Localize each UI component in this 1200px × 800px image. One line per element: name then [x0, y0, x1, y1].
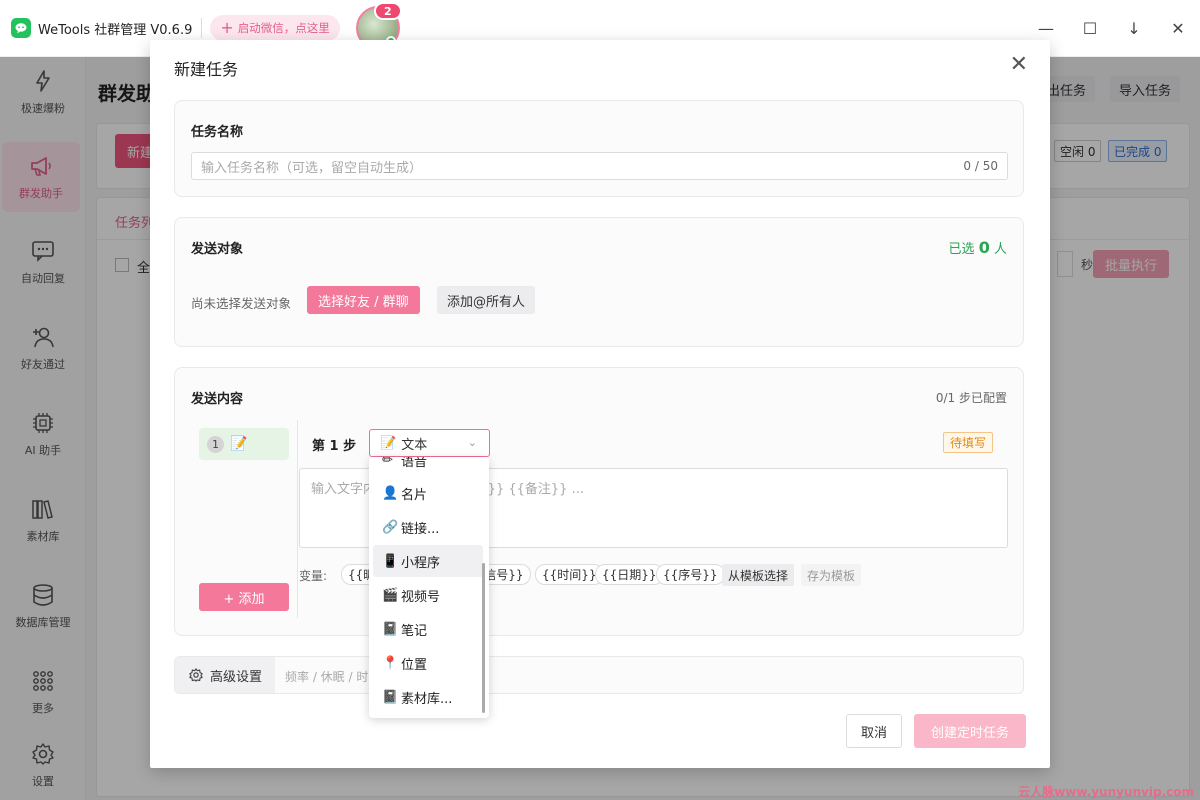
at-all-button[interactable]: 添加@所有人	[437, 286, 536, 314]
target-section: 发送对象 已选 0 人 尚未选择发送对象 选择好友 / 群聊 添加@所有人	[174, 217, 1024, 347]
no-target-text: 尚未选择发送对象	[191, 296, 292, 311]
plus-icon: +	[220, 18, 234, 37]
step-divider	[297, 420, 298, 618]
app-title: WeTools 社群管理 V0.6.9	[38, 22, 193, 38]
memo-icon: 📝	[380, 435, 397, 451]
add-step-button[interactable]: + 添加	[199, 583, 289, 611]
notebook-icon: 📓	[382, 690, 399, 705]
new-task-dialog: 新建任务 ✕ 任务名称 输入任务名称（可选，留空自动生成） 0 / 50 发送对…	[150, 40, 1050, 768]
memo-icon: 📝	[230, 436, 248, 452]
selected-number: 0	[978, 238, 990, 257]
download-arrow-icon[interactable]: ↓	[1112, 19, 1156, 38]
advanced-settings-row: 高级设置 频率 / 休眠 / 时	[174, 656, 1024, 694]
dropdown-item-label: 名片	[401, 487, 428, 503]
save-template-button[interactable]: 存为模板	[801, 564, 862, 586]
link-icon: 🔗	[382, 520, 399, 535]
window-controls: — ☐ ↓ ✕	[1024, 0, 1200, 57]
task-name-counter: 0 / 50	[963, 159, 998, 173]
dropdown-item-video-channel[interactable]: 🎬 视频号	[373, 579, 483, 611]
clapper-icon: 🎬	[382, 588, 399, 603]
choose-template-button[interactable]: 从模板选择	[722, 564, 795, 586]
selected-prefix: 已选	[948, 242, 975, 257]
maximize-icon[interactable]: ☐	[1068, 19, 1112, 38]
dropdown-item-label: 小程序	[401, 555, 441, 571]
close-icon[interactable]: ✕	[1010, 54, 1028, 76]
task-name-placeholder: 输入任务名称（可选，留空自动生成）	[201, 160, 423, 176]
launch-wechat-button[interactable]: + 启动微信，点这里	[210, 15, 340, 41]
task-name-section: 任务名称 输入任务名称（可选，留空自动生成） 0 / 50	[174, 100, 1024, 197]
selected-suffix: 人	[993, 242, 1007, 257]
message-type-dropdown: ✏ 语音 👤 名片 🔗 链接... 📱 小程序 🎬 视频号 📓 笔记 📍 位置 …	[369, 457, 489, 718]
dialog-title: 新建任务	[174, 60, 239, 79]
dropdown-item-label: 链接...	[401, 521, 440, 537]
variable-chip[interactable]: {{序号}}	[656, 564, 725, 585]
step-title: 第 1 步	[312, 439, 357, 454]
gear-icon	[189, 668, 203, 682]
task-name-label: 任务名称	[191, 125, 244, 140]
cancel-button[interactable]: 取消	[846, 714, 902, 748]
variable-chip[interactable]: {{日期}}	[595, 564, 664, 585]
content-section: 发送内容 0/1 步已配置 1 📝 第 1 步 📝 文本 ⌄ 待填写 输入文字内…	[174, 367, 1024, 636]
step-progress: 0/1 步已配置	[935, 391, 1007, 405]
watermark-text: 云人脉www.yunyunvip.com	[1018, 785, 1194, 799]
message-type-select[interactable]: 📝 文本 ⌄	[369, 429, 490, 457]
dropdown-item-label: 视频号	[401, 589, 441, 605]
message-type-value: 文本	[401, 437, 428, 453]
dropdown-item-voice[interactable]: ✏ 语音	[373, 457, 483, 476]
dropdown-item-mini-program[interactable]: 📱 小程序	[373, 545, 483, 577]
advanced-settings-label: 高级设置	[209, 669, 262, 685]
advanced-settings-hint: 频率 / 休眠 / 时	[285, 670, 369, 684]
chevron-down-icon: ⌄	[467, 436, 477, 449]
pin-icon: 📍	[382, 656, 399, 671]
target-label: 发送对象	[191, 242, 244, 257]
launch-wechat-label: 启动微信，点这里	[237, 21, 330, 35]
variable-chip[interactable]: {{时间}}	[535, 564, 604, 585]
close-window-icon[interactable]: ✕	[1156, 19, 1200, 38]
dropdown-item-label: 素材库...	[401, 691, 453, 707]
dropdown-item-label: 笔记	[401, 623, 428, 639]
status-badge: 待填写	[942, 432, 993, 453]
title-separator	[201, 18, 203, 38]
phone-icon: 📱	[382, 554, 399, 569]
person-icon: 👤	[382, 486, 399, 501]
advanced-settings-button[interactable]: 高级设置	[175, 657, 275, 693]
pen-icon: ✏	[382, 457, 393, 468]
selected-count: 已选 0 人	[949, 238, 1007, 257]
dropdown-scrollbar[interactable]	[482, 563, 485, 713]
select-friends-button[interactable]: 选择好友 / 群聊	[307, 286, 420, 314]
notification-badge: 2	[373, 2, 402, 20]
app-logo-icon	[11, 18, 31, 38]
dropdown-item-label: 语音	[401, 457, 428, 470]
dropdown-item-materials[interactable]: 📓 素材库...	[373, 681, 483, 713]
task-name-input[interactable]: 输入任务名称（可选，留空自动生成） 0 / 50	[191, 152, 1008, 180]
dropdown-item-label: 位置	[401, 657, 428, 673]
minimize-icon[interactable]: —	[1024, 19, 1068, 38]
step-list-item[interactable]: 1 📝	[199, 428, 289, 460]
dropdown-item-contact-card[interactable]: 👤 名片	[373, 477, 483, 509]
step-number: 1	[207, 435, 224, 453]
notebook-icon: 📓	[382, 622, 399, 637]
variables-label: 变量:	[299, 569, 328, 583]
dropdown-item-location[interactable]: 📍 位置	[373, 647, 483, 679]
content-label: 发送内容	[191, 392, 244, 407]
create-scheduled-task-button[interactable]: 创建定时任务	[914, 714, 1026, 748]
dropdown-item-note[interactable]: 📓 笔记	[373, 613, 483, 645]
dropdown-item-link[interactable]: 🔗 链接...	[373, 511, 483, 543]
